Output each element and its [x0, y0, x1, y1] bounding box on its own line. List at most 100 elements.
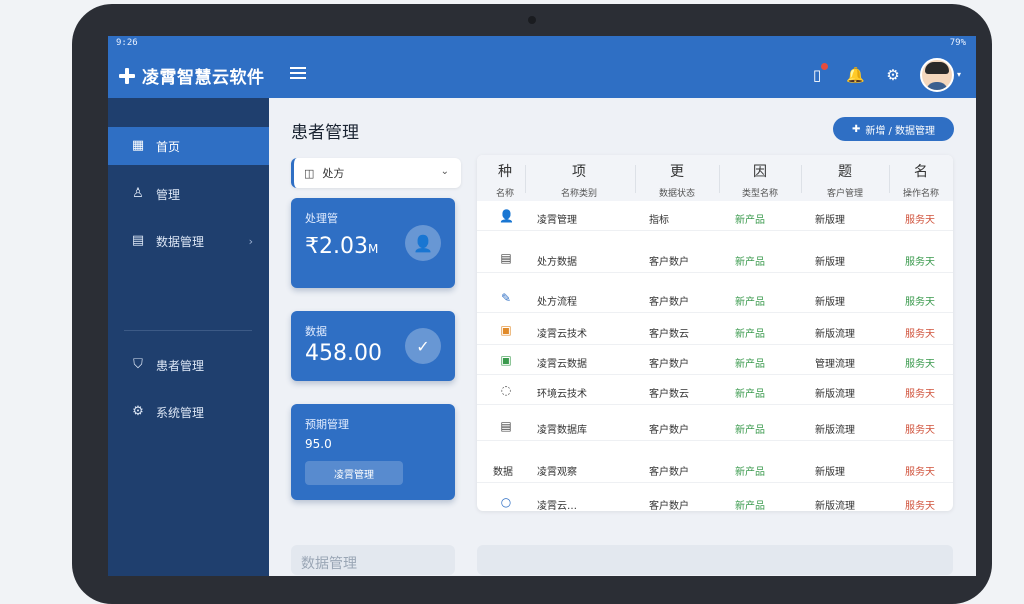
table-row[interactable]: ▣ 凌霄云数据 客户数户 新产品 管理流理 服务天	[477, 347, 953, 375]
row-type: 客户数户	[649, 425, 689, 436]
row-category: 新版流理	[815, 501, 855, 511]
check-icon: ✓	[405, 328, 441, 364]
data-table: 种名称 项名称类别 更数据状态 因类型名称 题客户管理 名操作名称 👤 凌霄管理 指…	[477, 155, 953, 511]
table-row[interactable]: ▤ 处方数据 客户数户 新产品 新版理 服务天	[477, 245, 953, 273]
bottom-table-preview	[477, 545, 953, 575]
row-category: 新版流理	[815, 389, 855, 400]
sidebar-divider	[124, 330, 252, 331]
table-row[interactable]: ○ 凌霄云… 客户数户 新产品 新版流理 服务天	[477, 489, 953, 511]
row-category: 新版流理	[815, 425, 855, 436]
table-row[interactable]: ✎ 处方流程 客户数户 新产品 新版理 服务天	[477, 285, 953, 313]
filter-select[interactable]: ◫ 处方 ⌄	[291, 158, 461, 188]
row-name: 凌霄管理	[537, 215, 577, 226]
row-state: 新产品	[735, 359, 765, 370]
column-header[interactable]: 项名称类别	[525, 161, 633, 199]
top-bar: 凌霄智慧云软件 ▯ 🔔 ⚙ ▾	[108, 52, 976, 98]
sidebar-item-system[interactable]: ⚙ 系统管理	[108, 393, 269, 431]
row-operation: 服务天	[905, 257, 935, 268]
row-operation: 服务天	[905, 215, 935, 226]
row-category: 新版流理	[815, 329, 855, 340]
table-row[interactable]: ▤ 凌霄数据库 客户数户 新产品 新版流理 服务天	[477, 413, 953, 441]
row-icon: ▣	[500, 323, 512, 337]
row-type: 客户数户	[649, 501, 689, 511]
alert-bell-icon[interactable]: 🔔	[846, 66, 865, 84]
row-name: 凌霄云…	[537, 501, 577, 511]
row-state: 新产品	[735, 329, 765, 340]
app-logo[interactable]: 凌霄智慧云软件	[118, 63, 265, 88]
card-label: 处理管	[305, 212, 338, 225]
column-header[interactable]: 题客户管理	[801, 161, 889, 199]
row-category: 新版理	[815, 215, 845, 226]
add-manage-button[interactable]: ✚ 新增 / 数据管理	[833, 117, 954, 141]
table-row[interactable]: ▣ 凌霄云技术 客户数云 新产品 新版流理 服务天	[477, 317, 953, 345]
row-category: 管理流理	[815, 359, 855, 370]
card-value: 458.00	[305, 341, 382, 366]
bottom-panel: 数据管理	[291, 545, 455, 575]
avatar[interactable]	[920, 58, 954, 92]
sidebar-item-home[interactable]: ▦ 首页	[108, 127, 269, 165]
row-name: 凌霄数据库	[537, 425, 587, 436]
row-name: 凌霄云数据	[537, 359, 587, 370]
card-value: ₹2.03M	[305, 234, 379, 259]
chevron-down-icon: ⌄	[440, 166, 449, 177]
settings-gear-icon[interactable]: ⚙	[884, 66, 902, 84]
hamburger-menu-icon[interactable]	[290, 67, 306, 79]
row-icon: 👤	[499, 209, 514, 223]
row-state: 新产品	[735, 297, 765, 308]
stat-card-forecast[interactable]: 预期管理 95.0 凌霄管理	[291, 404, 455, 500]
person-icon: 👤	[405, 225, 441, 261]
card-label: 数据	[305, 325, 327, 338]
doc-icon: ▤	[131, 233, 145, 248]
card-subvalue: 95.0	[305, 437, 332, 451]
row-icon: ▤	[500, 419, 512, 433]
table-row[interactable]: ◌ 环境云技术 客户数云 新产品 新版流理 服务天	[477, 377, 953, 405]
sidebar-item-data[interactable]: ▤ 数据管理 ›	[108, 222, 269, 260]
page-title: 患者管理	[291, 123, 359, 143]
sidebar-item-manage[interactable]: ♙ 管理	[108, 175, 269, 213]
table-row[interactable]: 👤 凌霄管理 指标 新产品 新版理 服务天	[477, 203, 953, 231]
card-label: 预期管理	[305, 418, 349, 431]
main-content: 患者管理 ✚ 新增 / 数据管理 ◫ 处方 ⌄ 处理管 ₹2.03M 👤 数据 …	[269, 98, 976, 576]
row-name: 环境云技术	[537, 389, 587, 400]
column-header[interactable]: 种名称	[487, 161, 523, 199]
row-type: 客户数户	[649, 467, 689, 478]
row-name: 处方数据	[537, 257, 577, 268]
row-type: 客户数户	[649, 359, 689, 370]
row-operation: 服务天	[905, 329, 935, 340]
row-type: 客户数户	[649, 297, 689, 308]
row-type: 客户数云	[649, 329, 689, 340]
row-icon: ◌	[500, 383, 512, 397]
row-state: 新产品	[735, 467, 765, 478]
row-type: 指标	[649, 215, 669, 226]
row-operation: 服务天	[905, 389, 935, 400]
row-operation: 服务天	[905, 297, 935, 308]
row-type: 客户数户	[649, 257, 689, 268]
card-button[interactable]: 凌霄管理	[305, 461, 403, 485]
row-state: 新产品	[735, 215, 765, 226]
sidebar-item-patients[interactable]: ⛉ 患者管理	[108, 346, 269, 384]
stat-card-amount[interactable]: 处理管 ₹2.03M 👤	[291, 198, 455, 288]
row-name: 凌霄观察	[537, 467, 577, 478]
sidebar: ▦ 首页 ♙ 管理 ▤ 数据管理 › ⛉ 患者管理 ⚙ 系统管理	[108, 98, 269, 576]
logo-cross-icon	[118, 67, 136, 85]
status-battery: 79%	[949, 38, 966, 48]
notification-icon[interactable]: ▯	[808, 63, 828, 84]
row-category: 新版理	[815, 297, 845, 308]
row-lead-label: 数据	[493, 467, 513, 478]
gear-icon: ⚙	[132, 404, 144, 419]
app-screen: 9:26 79% 凌霄智慧云软件 ▯ 🔔 ⚙ ▾ ▦ 首页 ♙ 管理 ▤ 数据管…	[108, 36, 976, 576]
table-header: 种名称 项名称类别 更数据状态 因类型名称 题客户管理 名操作名称	[477, 155, 953, 201]
shield-icon: ⛉	[133, 357, 143, 372]
notification-badge	[821, 63, 828, 70]
stat-card-data[interactable]: 数据 458.00 ✓	[291, 311, 455, 381]
grid-icon: ▦	[131, 138, 145, 153]
chevron-right-icon: ›	[248, 234, 253, 248]
row-state: 新产品	[735, 257, 765, 268]
user-icon: ♙	[132, 186, 144, 201]
column-header[interactable]: 更数据状态	[635, 161, 719, 199]
table-row[interactable]: 凌霄观察 客户数户 新产品 新版理 服务天 数据	[477, 455, 953, 483]
chevron-down-icon[interactable]: ▾	[957, 70, 961, 79]
row-icon: ▣	[500, 353, 512, 367]
column-header[interactable]: 因类型名称	[719, 161, 801, 199]
column-header[interactable]: 名操作名称	[889, 161, 953, 199]
